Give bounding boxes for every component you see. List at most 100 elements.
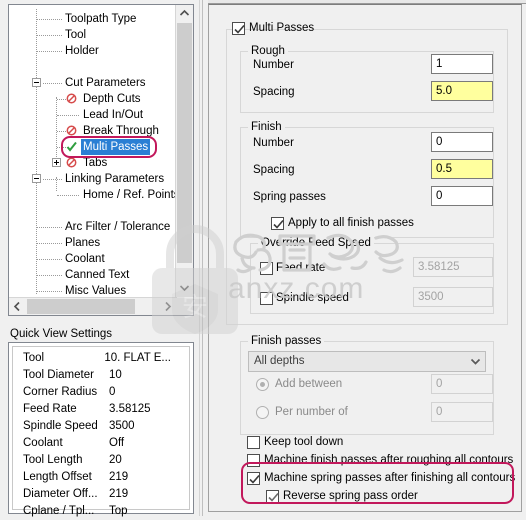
toolpath-tree[interactable]: Toolpath Type Tool Holder Cut Parameters <box>8 4 194 316</box>
quick-view-row: Corner Radius 0 <box>23 384 185 401</box>
quick-view-value: 219 <box>109 488 129 500</box>
quick-view-key: Feed Rate <box>23 403 77 415</box>
quick-view-key: Spindle Speed <box>23 420 98 432</box>
quick-view-row: Tool Length 20 <box>23 452 185 469</box>
disabled-icon <box>66 93 77 104</box>
tree-vertical-scrollbar[interactable] <box>175 5 193 297</box>
quick-view-value: 219 <box>109 471 129 483</box>
rough-number-label: Number <box>253 59 294 71</box>
tree-item-label: Canned Text <box>65 269 130 281</box>
quick-view-key: Length Offset <box>23 471 92 483</box>
finish-spacing-input[interactable]: 0.5 <box>431 159 493 179</box>
finish-number-label: Number <box>253 137 294 149</box>
multi-passes-checkbox[interactable] <box>232 22 245 35</box>
tree-branch-line-cut <box>56 97 57 167</box>
quick-view-key: Tool Length <box>23 454 83 466</box>
quick-view-list: Tool 10. FLAT E... Tool Diameter 10 Corn… <box>12 346 190 517</box>
quick-view-value: 3.58125 <box>109 403 151 415</box>
quick-view-row: Diameter Off... 219 <box>23 486 185 503</box>
add-between-radio[interactable] <box>256 378 269 391</box>
quick-view-key: Diameter Off... <box>23 488 98 500</box>
tree-item-label: Tool <box>65 29 87 41</box>
scrollbar-corner <box>176 298 193 315</box>
spindle-speed-input[interactable]: 3500 <box>413 287 493 307</box>
quick-view-key: Tool <box>23 352 45 364</box>
dialog-window: Toolpath Type Tool Holder Cut Parameters <box>0 0 526 517</box>
annotation-highlight-multi-passes <box>61 136 157 158</box>
tree-item-label: Coolant <box>65 253 105 265</box>
tree-hscroll-thumb[interactable] <box>27 299 135 314</box>
quick-view-row: Spindle Speed 3500 <box>23 418 185 435</box>
multi-passes-settings-panel: Multi Passes Rough Number 1 Spacing 5.0 … <box>208 4 522 512</box>
rough-number-input[interactable]: 1 <box>431 54 493 74</box>
scroll-left-arrow-icon[interactable] <box>9 298 26 315</box>
quick-view-value: 20 <box>109 454 122 466</box>
tree-item-label: Holder <box>65 45 99 57</box>
keep-tool-down-checkbox[interactable] <box>247 436 260 449</box>
apply-all-finish-passes-checkbox[interactable] <box>271 217 284 230</box>
disabled-icon <box>66 125 77 136</box>
tree-scroll-thumb[interactable] <box>177 23 192 263</box>
feed-rate-label: Feed rate <box>276 262 326 274</box>
disabled-icon <box>66 157 77 168</box>
finish-spacing-label: Spacing <box>253 164 295 176</box>
tree-collapse-toggle-cut-parameters[interactable] <box>32 78 41 87</box>
tree-item-label: Linking Parameters <box>65 173 165 185</box>
override-feed-speed-title: Override Feed Speed <box>258 237 374 249</box>
tree-horizontal-scrollbar[interactable] <box>9 297 177 315</box>
rough-group-title: Rough <box>248 45 288 57</box>
feed-rate-checkbox[interactable] <box>260 262 273 275</box>
quick-view-title: Quick View Settings <box>10 328 113 340</box>
rough-spacing-label: Spacing <box>253 86 295 98</box>
annotation-highlight-spring-passes <box>241 462 514 504</box>
quick-view-value: 3500 <box>109 420 135 432</box>
finish-passes-mode-value: All depths <box>254 355 305 367</box>
scroll-right-arrow-icon[interactable] <box>160 298 177 315</box>
feed-rate-input[interactable]: 3.58125 <box>413 257 493 277</box>
tree-item-label: Arc Filter / Tolerance <box>65 221 171 233</box>
per-number-of-input[interactable]: 0 <box>431 402 493 422</box>
tree-item-label: Home / Ref. Points <box>83 189 177 201</box>
per-number-of-label: Per number of <box>275 406 348 418</box>
quick-view-row: Length Offset 219 <box>23 469 185 486</box>
tree-collapse-toggle-linking-parameters[interactable] <box>32 174 41 183</box>
quick-view-row: Cplane / Tpl... Top <box>23 503 185 520</box>
quick-view-key: Coolant <box>23 437 63 449</box>
finish-passes-mode-select[interactable]: All depths <box>248 351 486 372</box>
add-between-label: Add between <box>275 378 343 390</box>
finish-number-input[interactable]: 0 <box>431 132 493 152</box>
spindle-speed-label: Spindle speed <box>276 292 349 304</box>
tree-item-label: Cut Parameters <box>65 77 146 89</box>
spring-passes-input[interactable]: 0 <box>431 186 493 206</box>
quick-view-row: Feed Rate 3.58125 <box>23 401 185 418</box>
quick-view-value: 10 <box>109 369 122 381</box>
tree-items-clip: Toolpath Type Tool Holder Cut Parameters <box>9 5 177 297</box>
tree-item-label: Depth Cuts <box>83 93 141 105</box>
tree-item-label: Lead In/Out <box>83 109 144 121</box>
left-column: Toolpath Type Tool Holder Cut Parameters <box>0 0 203 517</box>
quick-view-panel: Tool 10. FLAT E... Tool Diameter 10 Corn… <box>8 342 194 517</box>
multi-passes-label: Multi Passes <box>249 22 315 34</box>
quick-view-row: Tool 10. FLAT E... <box>23 350 185 367</box>
finish-passes-group-title: Finish passes <box>248 335 325 347</box>
quick-view-value: 10. FLAT E... <box>104 352 171 364</box>
quick-view-key: Cplane / Tpl... <box>23 505 95 517</box>
spring-passes-label: Spring passes <box>253 191 326 203</box>
tree-item-label: Planes <box>65 237 101 249</box>
quick-view-value: Off <box>109 437 125 449</box>
add-between-input[interactable]: 0 <box>431 374 493 394</box>
quick-view-key: Tool Diameter <box>23 369 94 381</box>
quick-view-key: Corner Radius <box>23 386 98 398</box>
panel-splitter-right[interactable] <box>202 0 203 516</box>
per-number-of-radio[interactable] <box>256 406 269 419</box>
quick-view-value: 0 <box>109 386 116 398</box>
spindle-speed-checkbox[interactable] <box>260 292 273 305</box>
tree-item-label: Misc Values <box>65 285 127 297</box>
scroll-down-arrow-icon[interactable] <box>176 280 193 297</box>
rough-spacing-input[interactable]: 5.0 <box>431 81 493 101</box>
scroll-up-arrow-icon[interactable] <box>176 5 193 22</box>
quick-view-row: Tool Diameter 10 <box>23 367 185 384</box>
tree-expand-toggle-tabs[interactable] <box>52 158 61 167</box>
chevron-down-icon[interactable] <box>467 353 484 370</box>
quick-view-value: Top <box>109 505 128 517</box>
